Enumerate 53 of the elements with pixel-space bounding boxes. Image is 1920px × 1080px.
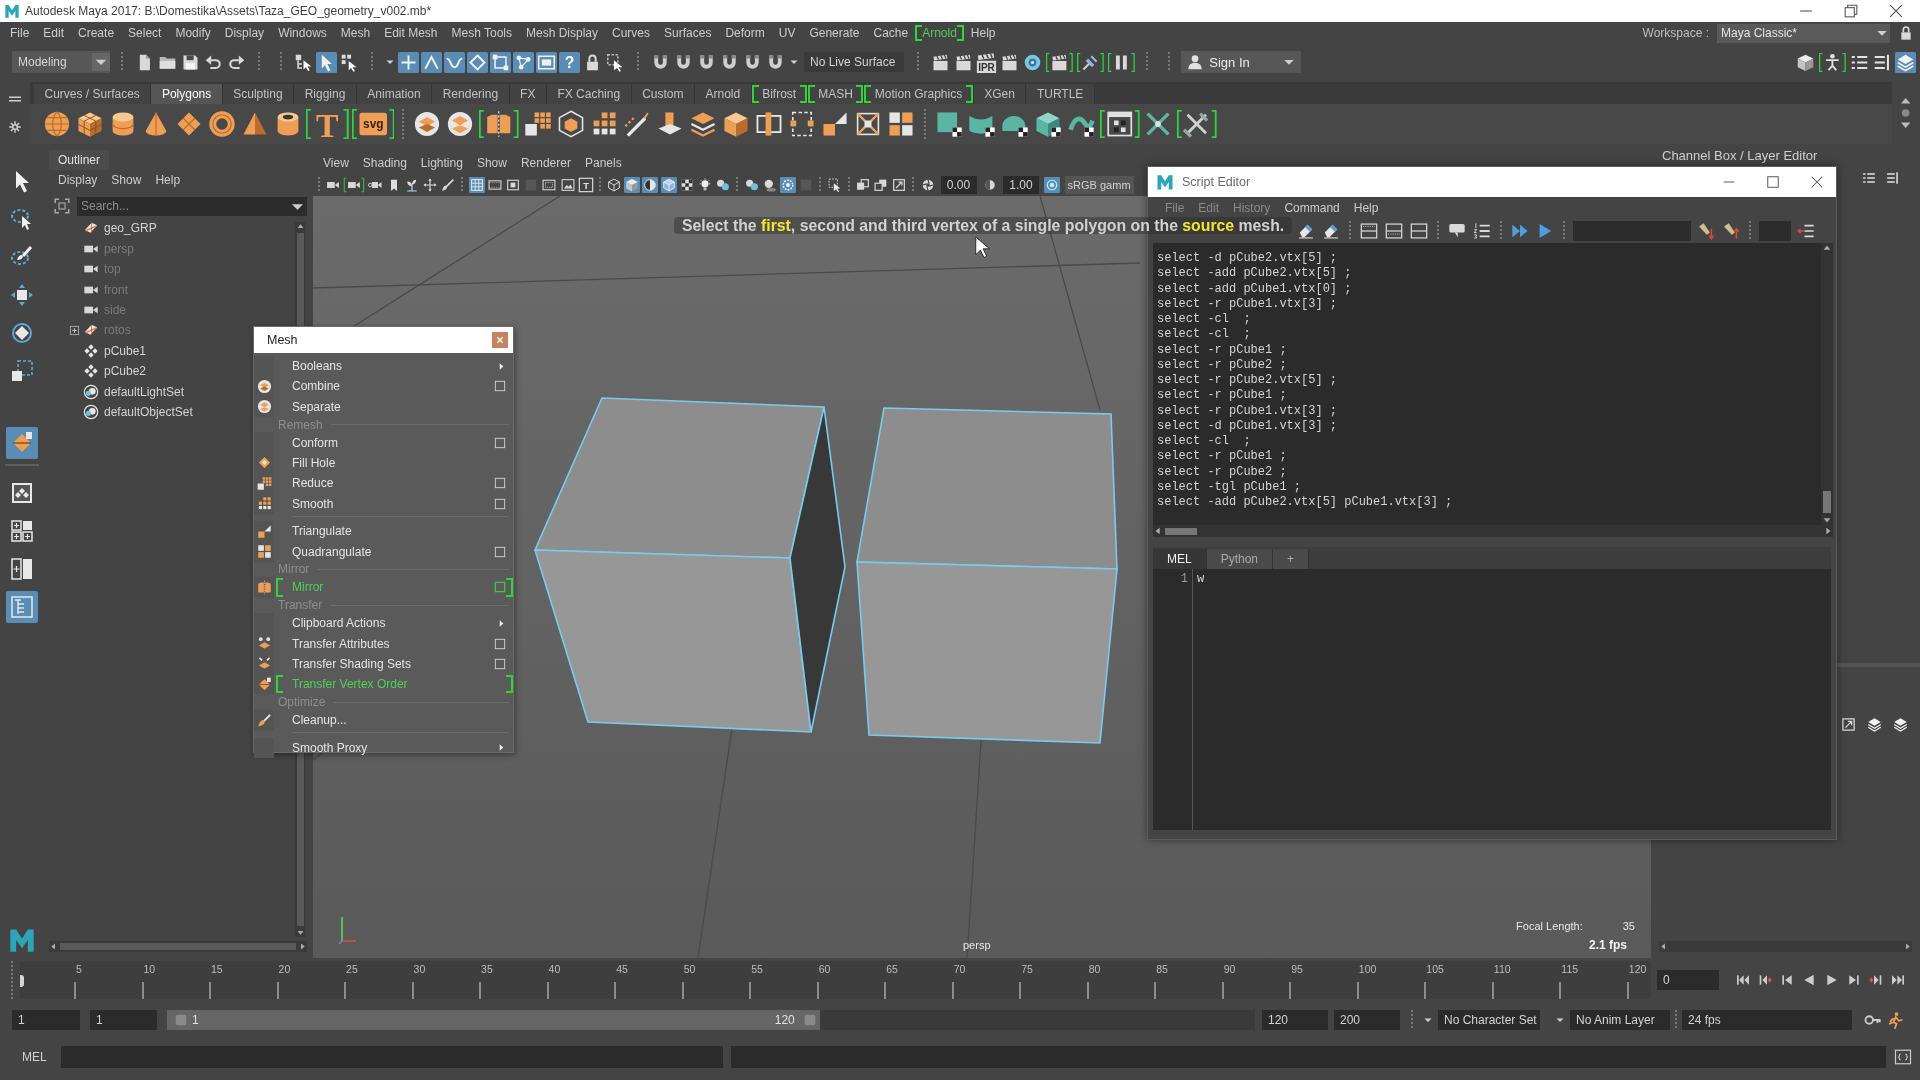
code-line: select -r pCube2 ; [1157,357,1288,373]
frame-number: 75 [1020,962,1033,975]
frame-number: 100 [1357,962,1377,975]
frame-number: 120 [1627,962,1647,975]
frame-number: 55 [750,962,763,975]
code-line: select -r pCube1.vtx[3] ; [1157,296,1339,312]
code-line: select -r pCube2.vtx[5] ; [1157,373,1339,389]
menu-title: Mesh [267,333,298,347]
hint-text: Select the first, second and third vertex of a single polygon on the source mesh. [674,217,1293,234]
code-line: select -r pCube2 ; [1157,464,1288,480]
focal-length-value: 35 [1622,920,1635,932]
frame-number: 60 [817,962,831,975]
frame-number: 80 [1087,962,1101,975]
code-line: select -r pCube1 ; [1157,388,1288,404]
focal-length-label: Focal Length: [1516,920,1583,932]
frame-number: 50 [682,962,696,975]
line-number: 1 [1153,569,1193,830]
frame-number: 85 [1155,962,1168,975]
code-line: select -d pCube2.vtx[5] ; [1157,251,1339,267]
frame-number: 70 [952,962,966,975]
window-title: Script Editor [1182,175,1251,189]
code-line: select -r pCube1.vtx[3] ; [1157,403,1339,419]
code-line: select -tgl pCube1 ; [1157,479,1303,495]
frame-number: 40 [547,962,561,975]
code-line: select -d pCube1.vtx[3] ; [1157,418,1339,434]
camera-label: persp [963,939,991,951]
code-line: select -r pCube1 ; [1157,342,1288,358]
frame-number: 115 [1560,962,1579,975]
fps-readout: 2.1 fps [1589,938,1627,952]
frame-number: 105 [1425,962,1444,975]
frame-number: 10 [142,962,156,975]
frame-number: 5 [75,962,82,975]
frame-number: 25 [345,962,358,975]
frame-number: 20 [277,962,291,975]
frame-number: 95 [1290,962,1303,975]
frame-number: 110 [1492,962,1511,975]
code-line: select -cl ; [1157,312,1252,328]
code-line: select -r pCube1 ; [1157,449,1288,465]
frame-number: 35 [480,962,493,975]
frame-number: 15 [210,962,223,975]
frame-number: 45 [615,962,628,975]
range-end-label: 120 [774,1013,795,1027]
frame-number: 65 [885,962,898,975]
code-line: select -add pCube2.vtx[5] pCube1.vtx[3] ; [1157,495,1454,511]
range-start-label: 1 [192,1013,199,1027]
code-line: select -add pCube2.vtx[5] ; [1157,266,1353,282]
code-line: select -cl ; [1157,327,1252,343]
code-line: select -cl ; [1157,434,1252,450]
window-title: Autodesk Maya 2017: B:\Domestika\Assets\Taza_GEO_geometry_v002.mb* [25,4,432,18]
code-line: select -add pCube1.vtx[0] ; [1157,281,1353,297]
frame-number: 30 [412,962,426,975]
frame-number: 90 [1222,962,1236,975]
workspace-label: Workspace : [1642,26,1709,40]
